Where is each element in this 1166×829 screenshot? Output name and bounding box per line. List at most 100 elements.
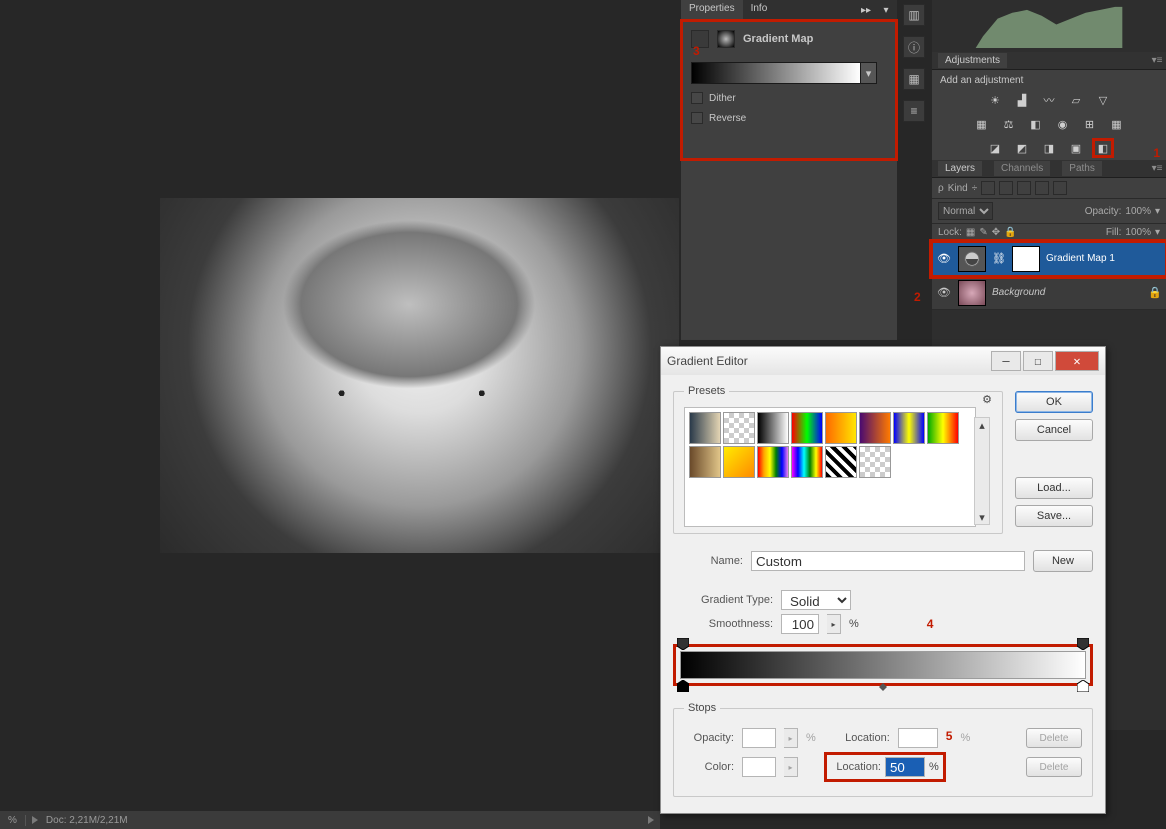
selective-color-icon[interactable]: ▣ [1067, 140, 1085, 156]
mask-icon[interactable] [717, 30, 735, 48]
gradient-dropdown-button[interactable]: ▾ [861, 62, 877, 84]
opacity-value[interactable]: 100% [1125, 206, 1151, 217]
color-location-input[interactable] [885, 757, 925, 777]
invert-icon[interactable]: ◪ [986, 140, 1004, 156]
panel-menu-icon[interactable]: ▾ [879, 3, 893, 17]
photo-filter-icon[interactable]: ◉ [1054, 116, 1072, 132]
filter-image-icon[interactable] [981, 181, 995, 195]
preset-swatch[interactable] [689, 412, 721, 444]
histogram-panel[interactable] [932, 0, 1166, 52]
preset-swatch[interactable] [757, 446, 789, 478]
gradient-map-adjustment-icon[interactable]: ◧ [1094, 140, 1112, 156]
gradient-bar[interactable] [680, 651, 1086, 679]
preset-swatch[interactable] [791, 446, 823, 478]
preset-swatch[interactable] [689, 446, 721, 478]
preset-scrollbar[interactable]: ▴▾ [974, 417, 990, 525]
levels-icon[interactable]: ▟ [1013, 92, 1031, 108]
filter-shape-icon[interactable] [1035, 181, 1049, 195]
lock-all-icon[interactable]: 🔒 [1004, 227, 1016, 238]
kind-filter-label[interactable]: Kind [948, 183, 968, 194]
layer-mask-thumb[interactable] [1012, 246, 1040, 272]
collapse-icon[interactable]: ▸▸ [859, 3, 873, 17]
panel-menu-icon[interactable]: ▾≡ [1152, 162, 1166, 176]
cancel-button[interactable]: Cancel [1015, 419, 1093, 441]
bw-icon[interactable]: ◧ [1027, 116, 1045, 132]
visibility-icon[interactable]: 👁 [936, 286, 952, 299]
layer-background[interactable]: 👁 Background 🔒 [932, 276, 1166, 310]
adjustment-thumb-icon[interactable] [958, 246, 986, 272]
name-input[interactable] [751, 551, 1025, 571]
lock-paint-icon[interactable]: ✎ [979, 227, 987, 238]
preset-swatch[interactable] [791, 412, 823, 444]
unknown-panel-icon[interactable]: ▦ [903, 68, 925, 90]
posterize-icon[interactable]: ◩ [1013, 140, 1031, 156]
preset-swatch[interactable] [757, 412, 789, 444]
color-lookup-icon[interactable]: ▦ [1108, 116, 1126, 132]
tab-paths[interactable]: Paths [1062, 161, 1102, 176]
layer-name[interactable]: Gradient Map 1 [1046, 253, 1115, 264]
color-balance-icon[interactable]: ⚖ [1000, 116, 1018, 132]
swatches-panel-icon[interactable]: ≡ [903, 100, 925, 122]
lock-position-icon[interactable]: ✥ [992, 227, 1000, 238]
tab-properties[interactable]: Properties [681, 0, 743, 20]
preset-swatch[interactable] [825, 446, 857, 478]
filter-adjust-icon[interactable] [999, 181, 1013, 195]
minimize-button[interactable]: — [991, 351, 1021, 371]
gradient-preview[interactable]: ▾ [691, 62, 887, 84]
fill-value[interactable]: 100% [1125, 227, 1151, 238]
zoom-value[interactable]: % [0, 815, 26, 826]
panel-menu-icon[interactable]: ▾≡ [1152, 54, 1166, 68]
gradient-type-select[interactable]: Solid [781, 590, 851, 610]
opacity-stop-left[interactable] [677, 638, 689, 650]
blend-mode-select[interactable]: Normal [938, 202, 993, 220]
close-button[interactable]: ✕ [1055, 351, 1099, 371]
layer-gradient-map[interactable]: 👁 ⛓ Gradient Map 1 [932, 242, 1166, 276]
gear-icon[interactable]: ⚙ [982, 393, 992, 406]
filter-type-icon[interactable] [1017, 181, 1031, 195]
vibrance-icon[interactable]: ▽ [1094, 92, 1112, 108]
preset-swatch[interactable] [859, 412, 891, 444]
lock-transparent-icon[interactable]: ▦ [966, 227, 975, 238]
tab-layers[interactable]: Layers [938, 161, 982, 176]
tab-adjustments[interactable]: Adjustments [938, 53, 1007, 68]
smoothness-input[interactable] [781, 614, 819, 634]
document-canvas[interactable] [160, 198, 679, 553]
threshold-icon[interactable]: ◨ [1040, 140, 1058, 156]
hue-sat-icon[interactable]: ▦ [973, 116, 991, 132]
status-menu-icon[interactable] [648, 816, 654, 824]
preset-swatch[interactable] [825, 412, 857, 444]
info-panel-icon[interactable]: ⓘ [903, 36, 925, 58]
color-stop-left[interactable] [677, 680, 689, 692]
midpoint-handle[interactable] [879, 682, 887, 690]
brightness-contrast-icon[interactable]: ☀ [986, 92, 1004, 108]
tab-info[interactable]: Info [743, 0, 776, 20]
preset-swatch[interactable] [723, 446, 755, 478]
dither-checkbox[interactable]: Dither [691, 92, 887, 104]
maximize-button[interactable]: ☐ [1023, 351, 1053, 371]
smoothness-stepper[interactable]: ▸ [827, 614, 841, 634]
load-button[interactable]: Load... [1015, 477, 1093, 499]
save-button[interactable]: Save... [1015, 505, 1093, 527]
opacity-stop-right[interactable] [1077, 638, 1089, 650]
histogram-panel-icon[interactable]: ▥ [903, 4, 925, 26]
lock-icon[interactable]: 🔒 [1148, 286, 1162, 299]
color-stop-right[interactable] [1077, 680, 1089, 692]
dialog-titlebar[interactable]: Gradient Editor — ☐ ✕ [661, 347, 1105, 375]
channel-mixer-icon[interactable]: ⊞ [1081, 116, 1099, 132]
preset-swatch[interactable] [723, 412, 755, 444]
ok-button[interactable]: OK [1015, 391, 1093, 413]
reverse-checkbox[interactable]: Reverse [691, 112, 887, 124]
visibility-icon[interactable]: 👁 [936, 252, 952, 265]
preset-swatch[interactable] [859, 446, 891, 478]
curves-icon[interactable]: 〰 [1040, 92, 1058, 108]
layer-name[interactable]: Background [992, 287, 1045, 298]
preset-grid[interactable] [684, 407, 976, 527]
preset-swatch[interactable] [927, 412, 959, 444]
filter-smart-icon[interactable] [1053, 181, 1067, 195]
new-button[interactable]: New [1033, 550, 1093, 572]
tab-channels[interactable]: Channels [994, 161, 1050, 176]
exposure-icon[interactable]: ▱ [1067, 92, 1085, 108]
preset-swatch[interactable] [893, 412, 925, 444]
link-icon[interactable]: ⛓ [992, 252, 1006, 265]
bg-thumb[interactable] [958, 280, 986, 306]
